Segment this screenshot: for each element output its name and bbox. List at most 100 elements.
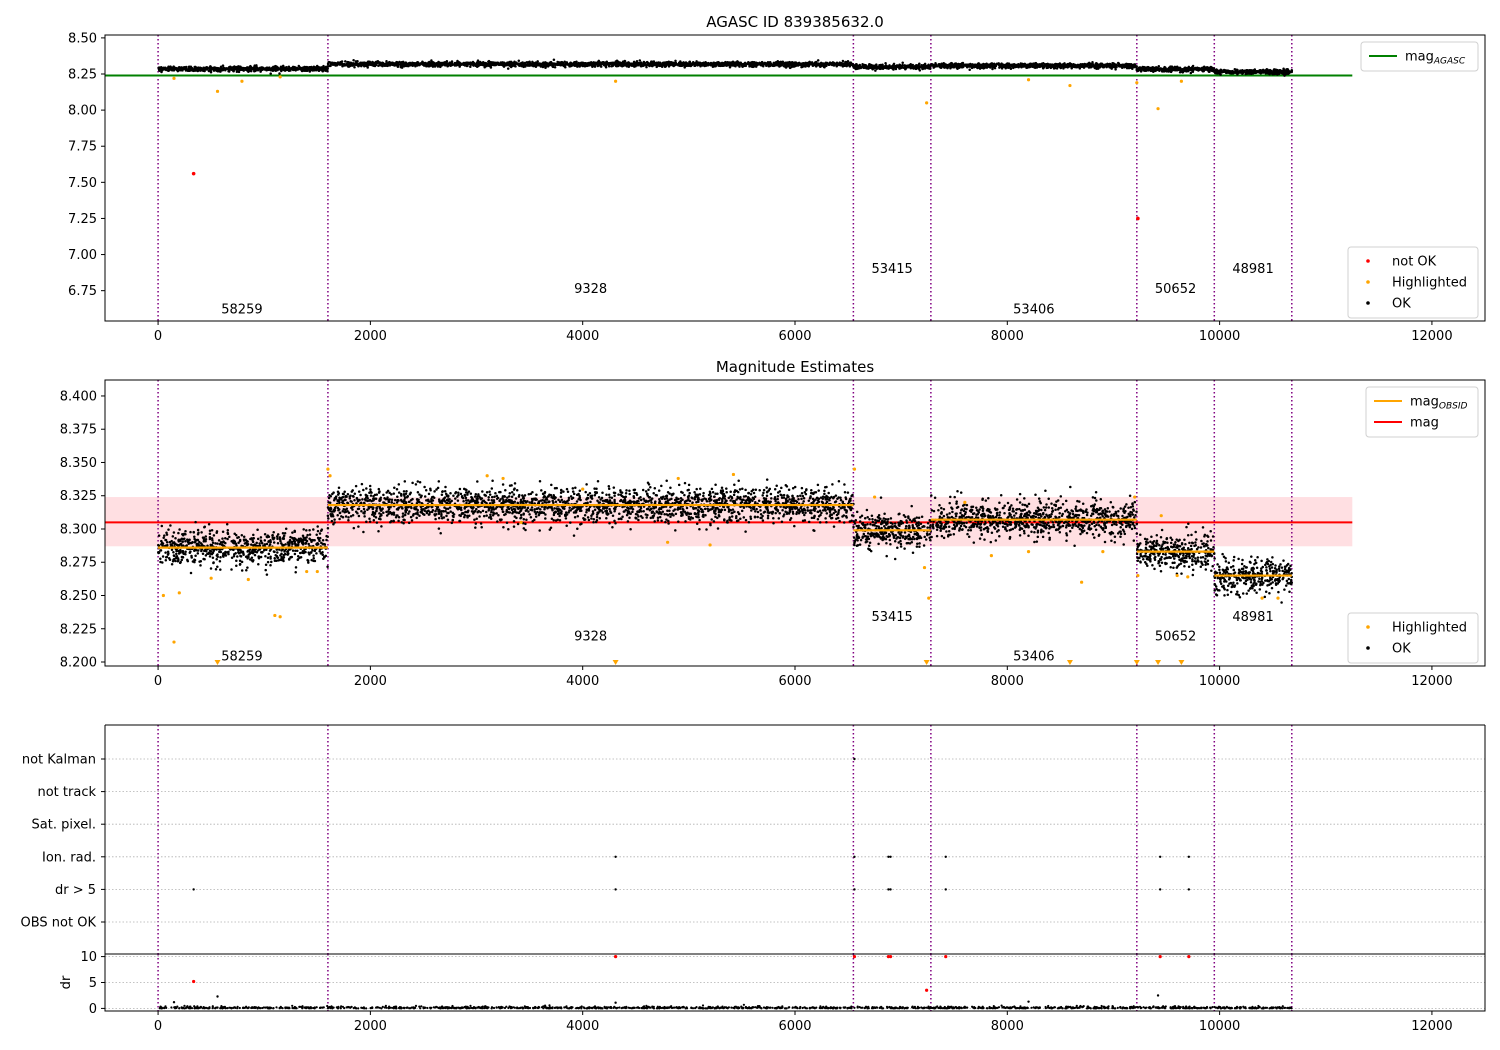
agasc-ok-point — [573, 64, 577, 67]
agasc-ok-point — [820, 64, 823, 68]
agasc-ok-point — [1041, 64, 1045, 68]
agasc-ok-point — [993, 66, 997, 70]
agasc-ok-point — [789, 63, 793, 67]
agasc-ok-point — [577, 63, 581, 67]
agasc-ok-point — [1265, 70, 1268, 73]
agasc-ok-point — [170, 69, 174, 72]
agasc-ok-point — [1256, 70, 1260, 74]
agasc-ok-point — [347, 62, 351, 65]
agasc-ok-point — [331, 62, 334, 65]
agasc-highlighted-point — [1135, 81, 1139, 85]
agasc-ok-point — [425, 65, 428, 68]
agasc-ok-point — [217, 67, 220, 71]
agasc-ok-point — [1197, 68, 1201, 71]
agasc-ok-point — [222, 66, 225, 70]
agasc-ok-point — [934, 63, 938, 66]
agasc-ok-point — [269, 72, 272, 75]
agasc-ok-point — [228, 67, 232, 71]
agasc-ok-point — [855, 64, 859, 68]
agasc-ok-point — [660, 64, 663, 68]
agasc-ok-point — [531, 60, 534, 64]
magnitude-ok-point — [308, 533, 312, 536]
agasc-ok-point — [1208, 67, 1211, 71]
agasc-legend-status-dot-swatch — [1366, 280, 1370, 284]
agasc-y-tick-label: 8.50 — [68, 31, 97, 46]
agasc-ok-point — [958, 63, 962, 66]
agasc-ok-point — [1125, 65, 1128, 68]
agasc-highlighted-point — [1156, 107, 1160, 111]
agasc-ok-point — [1000, 67, 1004, 70]
agasc-ok-point — [175, 68, 179, 71]
agasc-ok-point — [1180, 68, 1184, 72]
agasc-ok-point — [510, 62, 514, 65]
agasc-ok-point — [678, 64, 681, 68]
agasc-ok-point — [889, 65, 892, 69]
agasc-obsid-label: 53415 — [871, 262, 912, 277]
agasc-ok-point — [541, 65, 545, 69]
agasc-ok-point — [1027, 65, 1031, 69]
agasc-ok-point — [262, 67, 265, 70]
agasc-ok-point — [437, 64, 440, 67]
agasc-ok-point — [694, 61, 697, 65]
agasc-ok-point — [498, 63, 501, 66]
agasc-obsid-label: 48981 — [1232, 262, 1273, 277]
agasc-ok-point — [399, 63, 402, 66]
agasc-ok-point — [628, 62, 631, 66]
agasc-ok-point — [741, 64, 744, 67]
agasc-ok-point — [712, 65, 716, 68]
agasc-ok-point — [852, 64, 856, 67]
agasc-ok-point — [631, 62, 635, 65]
agasc-ok-point — [637, 61, 641, 65]
agasc-ok-point — [1267, 70, 1271, 74]
agasc-ok-point — [1228, 70, 1232, 73]
agasc-ok-point — [463, 62, 467, 65]
agasc-ok-point — [423, 62, 427, 65]
agasc-ok-point — [487, 60, 490, 64]
agasc-ok-point — [998, 66, 1001, 69]
agasc-ok-point — [1156, 68, 1159, 71]
agasc-ok-point — [599, 61, 602, 64]
agasc-ok-point — [1205, 66, 1208, 70]
agasc-ok-point — [968, 68, 971, 71]
agasc-ok-point — [195, 66, 198, 70]
agasc-not-ok-point — [191, 171, 196, 176]
agasc-ok-point — [685, 63, 689, 67]
agasc-ok-point — [1191, 70, 1195, 73]
agasc-ok-point — [180, 68, 184, 72]
agasc-ok-point — [1002, 63, 1005, 67]
agasc-ok-point — [982, 64, 985, 68]
agasc-ok-point — [334, 62, 337, 65]
agasc-ok-point — [881, 65, 885, 69]
agasc-ok-point — [157, 67, 161, 70]
figure-canvas: AGASC ID 839385632.0 5825993285341553406… — [21, 13, 1486, 1034]
agasc-ok-point — [718, 62, 721, 65]
agasc-ok-point — [517, 59, 521, 62]
agasc-ok-point — [690, 62, 693, 66]
agasc-ok-point — [1224, 71, 1228, 75]
agasc-ok-point — [736, 63, 740, 67]
agasc-ok-point — [278, 72, 281, 75]
agasc-ok-point — [1259, 69, 1262, 72]
agasc-ok-point — [1241, 72, 1244, 76]
agasc-ok-point — [479, 63, 482, 67]
agasc-not-ok-point — [1136, 216, 1140, 221]
agasc-ok-point — [366, 62, 370, 65]
agasc-ok-point — [698, 63, 702, 67]
agasc-ok-point — [1135, 67, 1139, 71]
agasc-ok-point — [1100, 63, 1103, 67]
magnitude-estimates-title: Magnitude Estimates — [716, 358, 874, 376]
agasc-y-tick-label: 7.50 — [68, 176, 97, 191]
magnitude-ok-point — [172, 551, 175, 554]
agasc-ok-point — [1174, 68, 1177, 72]
agasc-ok-point — [1282, 70, 1286, 73]
agasc-ok-point — [918, 62, 921, 65]
agasc-ok-point — [805, 63, 809, 66]
agasc-ok-point — [786, 62, 790, 66]
agasc-ok-point — [768, 60, 772, 64]
agasc-ok-point — [179, 66, 183, 69]
agasc-ok-point — [802, 64, 805, 68]
agasc-ok-point — [593, 62, 597, 65]
agasc-ok-point — [827, 63, 831, 66]
magnitude-estimates-plot-area: 582599328534155340650652489810 2000 4000 60… — [60, 379, 1486, 689]
agasc-ok-point — [939, 66, 943, 69]
